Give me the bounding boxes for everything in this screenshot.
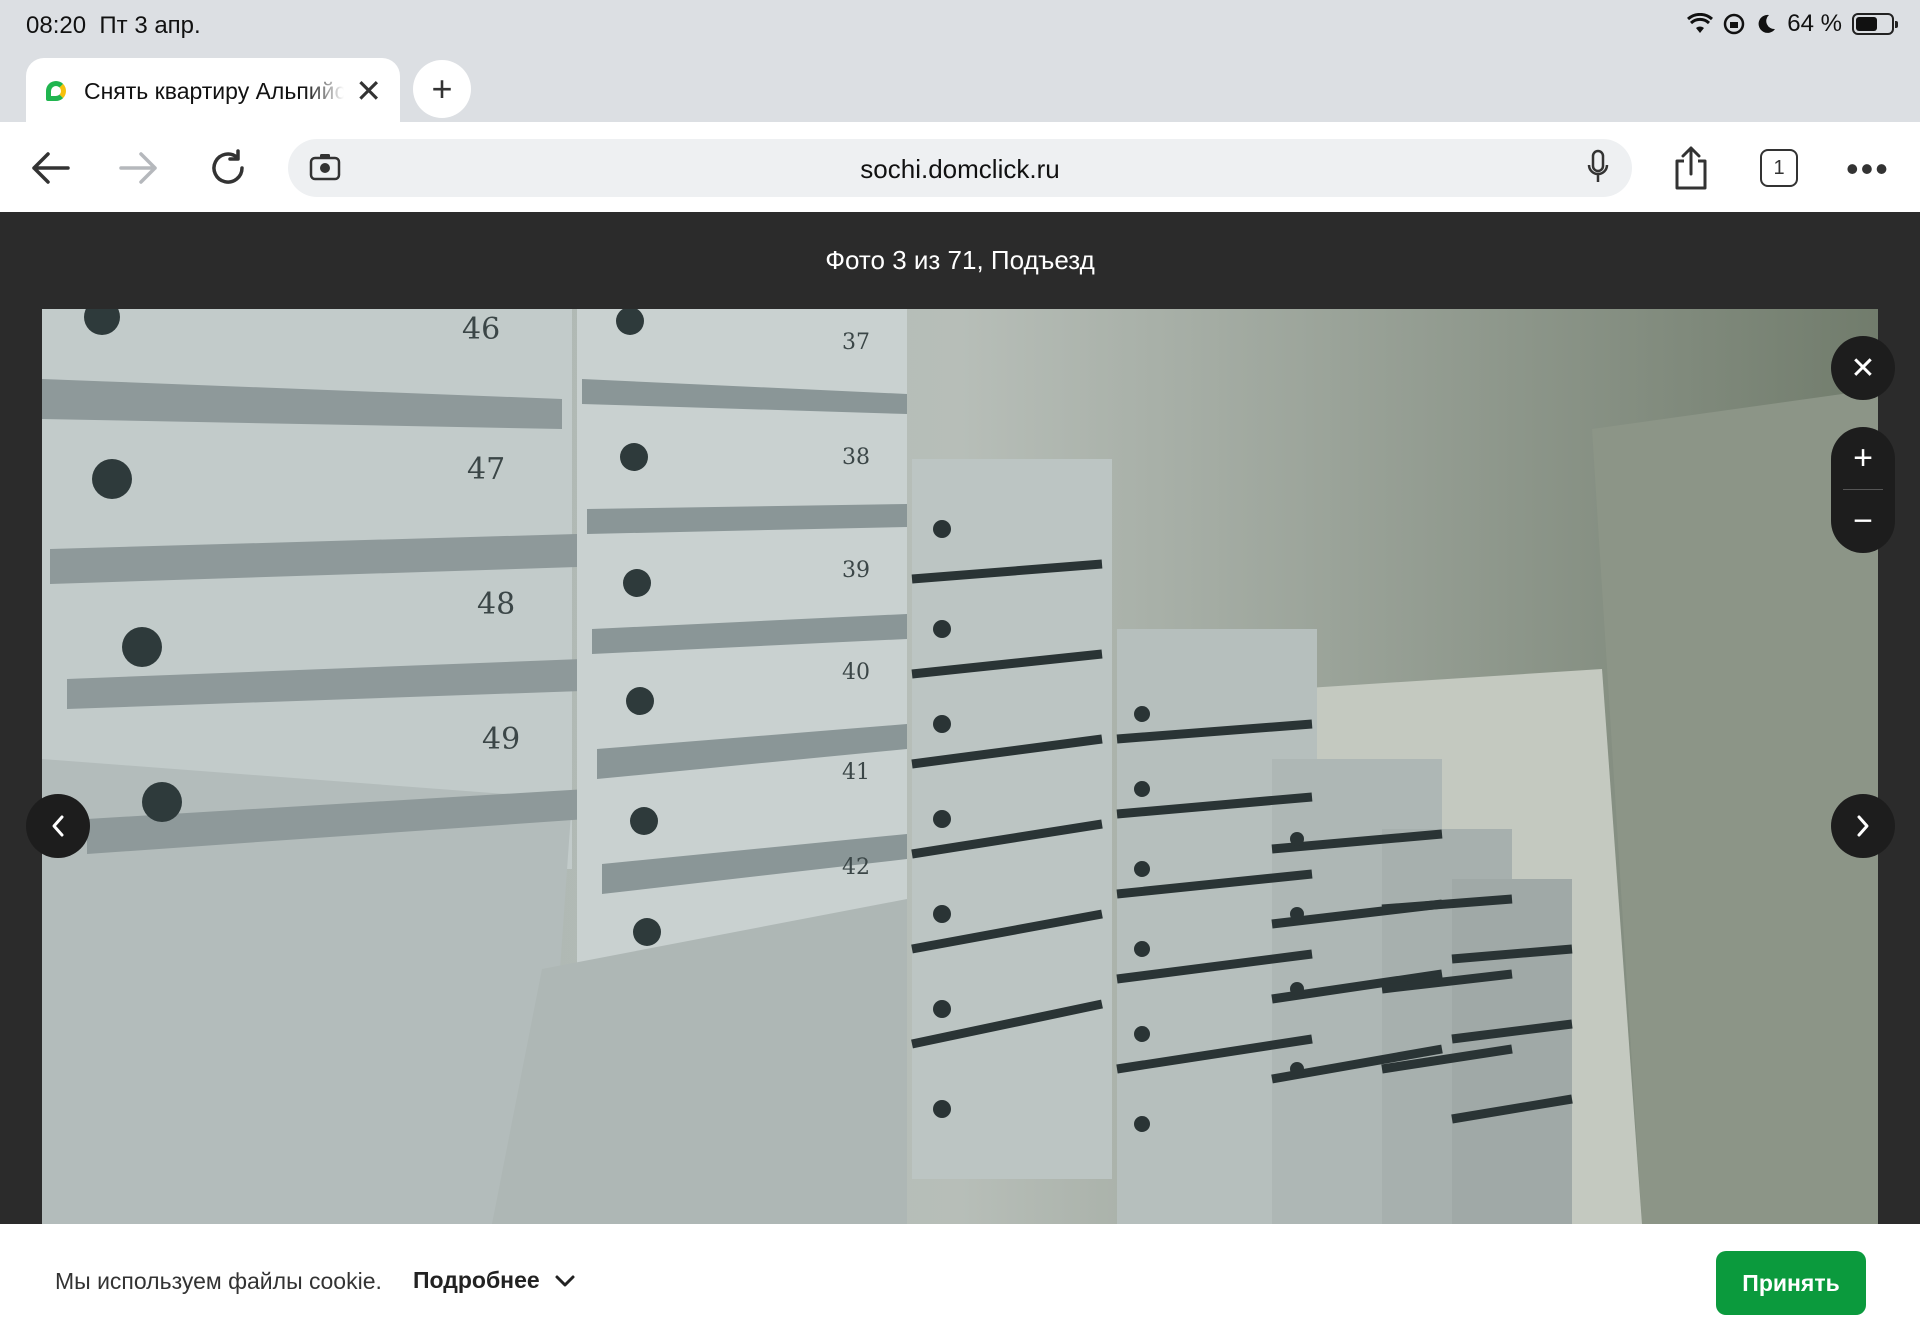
reload-icon	[212, 149, 244, 184]
photo-viewer-header: Фото 3 из 71, Подъезд	[0, 212, 1920, 309]
zoom-out-button[interactable]: −	[1831, 490, 1895, 553]
previous-photo-button[interactable]	[26, 794, 90, 858]
forward-button[interactable]	[113, 142, 165, 194]
browser-tab[interactable]: Снять квартиру Альпийская ✕	[26, 58, 400, 124]
box-number: 41	[842, 760, 870, 785]
tab-bar: Снять квартиру Альпийская ✕ +	[0, 50, 1920, 124]
status-bar: 08:20 Пт 3 апр. 64 %	[0, 0, 1920, 50]
status-time: 08:20 Пт 3 апр.	[26, 12, 201, 39]
photo[interactable]: 46 47 48 49 37 38 39 40 41 42	[42, 309, 1878, 1224]
cookie-message: Мы используем файлы cookie.	[55, 1268, 382, 1294]
cookie-banner: Мы используем файлы cookie. Подробнее Пр…	[0, 1224, 1920, 1341]
reload-button[interactable]	[202, 142, 254, 194]
box-number: 40	[842, 660, 870, 685]
domclick-icon	[44, 79, 68, 103]
tabs-button[interactable]: 1	[1760, 149, 1798, 187]
box-number: 37	[842, 330, 870, 355]
box-number: 49	[482, 722, 520, 757]
box-number: 48	[477, 587, 515, 622]
zoom-controls: + −	[1831, 427, 1895, 553]
close-viewer-button[interactable]: ✕	[1831, 336, 1895, 400]
plus-icon: +	[1853, 439, 1873, 477]
cookie-more-link[interactable]: Подробнее	[413, 1267, 576, 1294]
minus-icon: −	[1853, 502, 1873, 540]
next-photo-button[interactable]	[1831, 794, 1895, 858]
close-tab-icon[interactable]: ✕	[355, 75, 382, 107]
accept-cookies-button[interactable]: Принять	[1716, 1251, 1866, 1315]
tab-title: Снять квартиру Альпийская	[84, 77, 344, 104]
photo-viewer: 46 47 48 49 37 38 39 40 41 42 ✕ + −	[0, 309, 1920, 1224]
microphone-icon[interactable]	[1586, 149, 1610, 185]
battery-percent: 64 %	[1787, 10, 1842, 37]
mailbox-photo: 46 47 48 49 37 38 39 40 41 42	[42, 309, 1878, 1224]
box-number: 47	[467, 452, 505, 487]
more-icon[interactable]: •••	[1846, 148, 1890, 190]
moon-icon	[1758, 14, 1776, 33]
zoom-in-button[interactable]: +	[1831, 427, 1895, 490]
share-button[interactable]	[1665, 142, 1717, 194]
url-text: sochi.domclick.ru	[860, 154, 1060, 184]
box-number: 38	[842, 445, 870, 470]
share-icon	[1675, 146, 1707, 190]
arrow-left-icon	[32, 152, 70, 184]
chevron-left-icon	[52, 815, 64, 837]
close-icon: ✕	[1850, 351, 1876, 385]
chevron-down-icon	[555, 1275, 575, 1286]
box-number: 42	[842, 855, 870, 880]
box-number: 39	[842, 558, 870, 583]
back-button[interactable]	[24, 142, 76, 194]
new-tab-button[interactable]: +	[413, 60, 471, 118]
box-number: 46	[462, 312, 500, 347]
cookie-more-label: Подробнее	[413, 1267, 540, 1293]
arrow-right-icon	[119, 152, 157, 184]
wifi-icon	[1687, 13, 1714, 33]
browser-toolbar: sochi.domclick.ru 1 •••	[0, 122, 1920, 212]
address-bar[interactable]: sochi.domclick.ru	[288, 139, 1632, 197]
status-icons: 64 %	[1687, 10, 1898, 38]
plus-icon: +	[431, 68, 453, 109]
rotation-lock-icon	[1724, 13, 1745, 35]
chevron-right-icon	[1857, 815, 1869, 837]
battery-icon	[1852, 13, 1898, 35]
photo-caption: Фото 3 из 71, Подъезд	[825, 245, 1095, 275]
